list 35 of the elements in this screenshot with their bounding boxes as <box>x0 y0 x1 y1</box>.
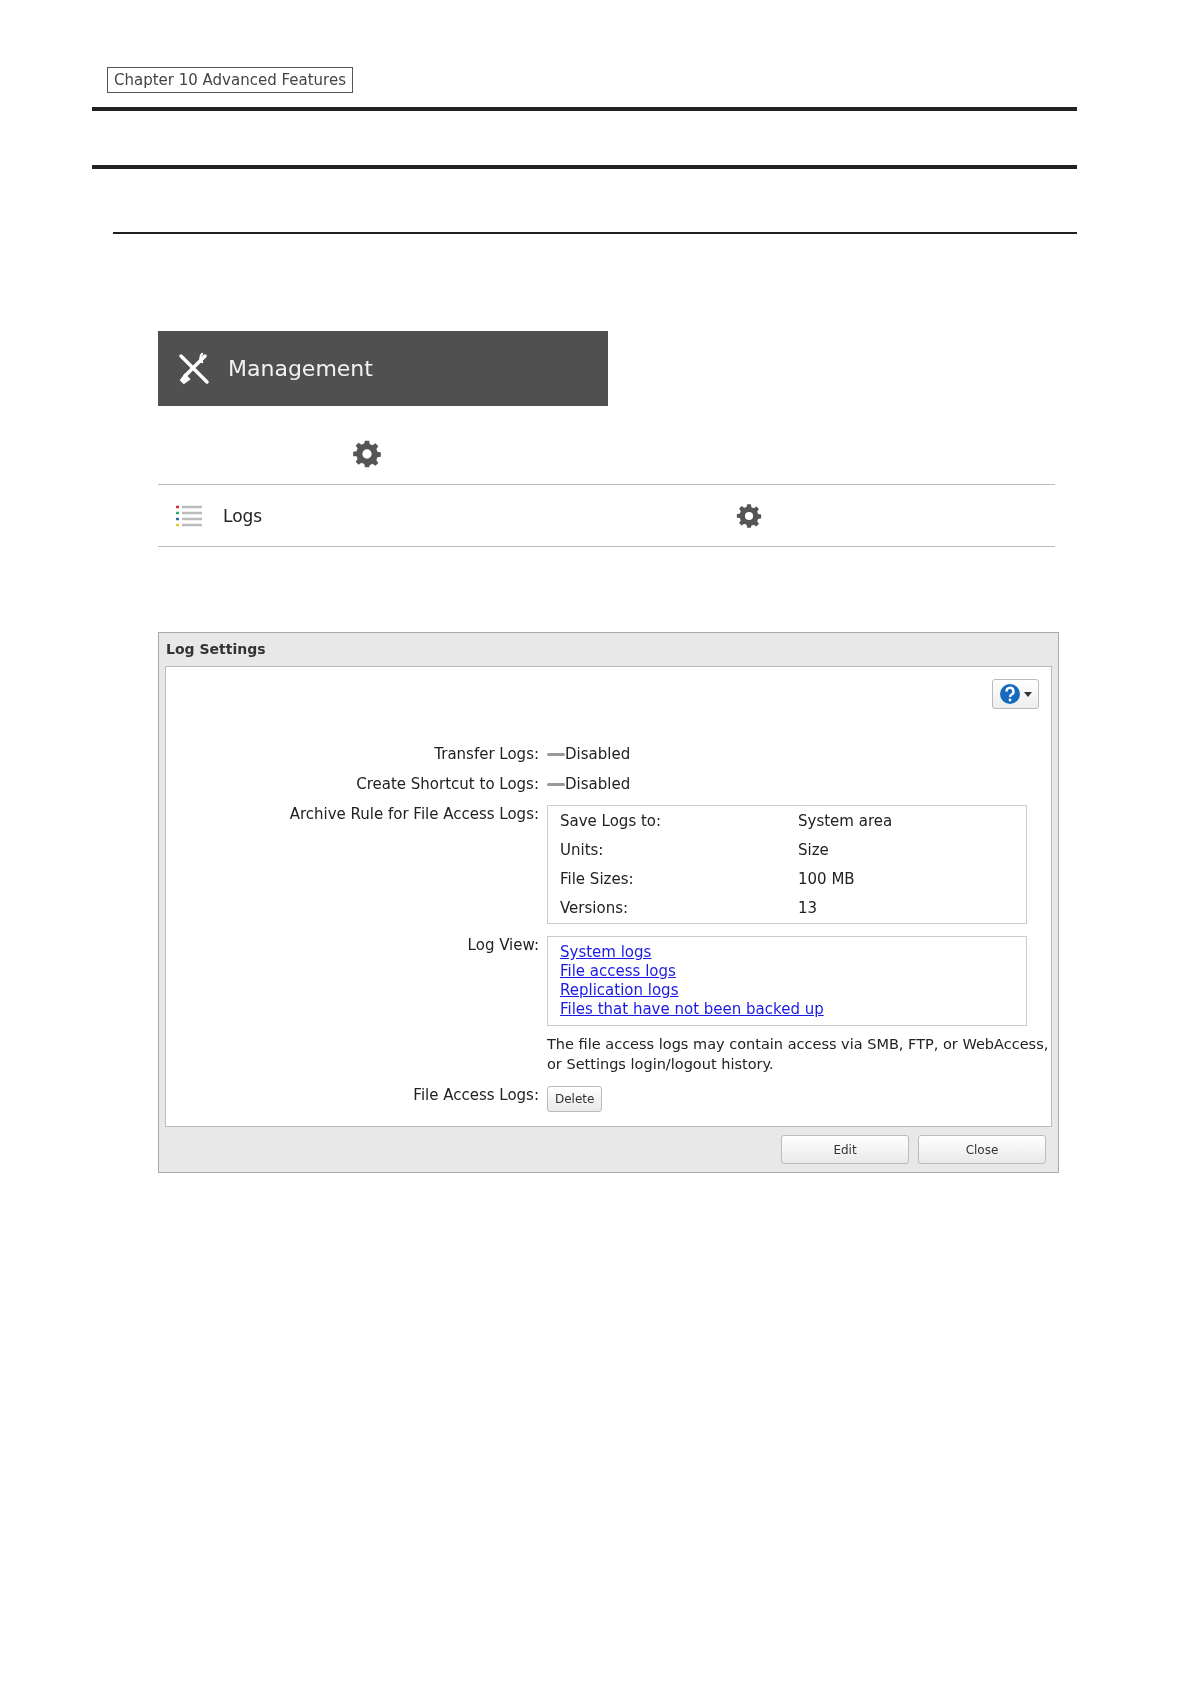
table-value: Size <box>798 841 830 859</box>
log-link[interactable]: File access logs <box>560 962 676 981</box>
table-key: Versions: <box>560 899 798 917</box>
table-key: Save Logs to: <box>560 812 798 830</box>
banner-title: Management <box>228 356 373 381</box>
field-label: Log View: <box>466 936 539 954</box>
status-value: Disabled <box>565 745 631 763</box>
table-value: 100 MB <box>798 870 856 888</box>
list-item-label: Logs <box>223 505 263 526</box>
field-label: Archive Rule for File Access Logs: <box>288 805 539 823</box>
dialog-title: Log Settings <box>165 640 267 659</box>
chapter-label: Chapter 10 Advanced Features <box>107 67 353 93</box>
note-text: The file access logs may contain access via SMB, FTP, or WebAccess, or Settings login/logout history. <box>547 1035 1050 1074</box>
field-label: File Access Logs: <box>412 1086 539 1104</box>
settings-icon <box>351 438 383 470</box>
table-key: Units: <box>560 841 798 859</box>
status-value: Disabled <box>565 775 631 793</box>
delete-button[interactable]: Delete <box>547 1086 603 1112</box>
tools-icon <box>176 350 212 387</box>
log-link[interactable]: Replication logs <box>560 981 679 1000</box>
table-value: System area <box>798 812 894 830</box>
caret-icon <box>1024 691 1032 697</box>
help-icon <box>999 683 1021 705</box>
field-label: Create Shortcut to Logs: <box>355 775 539 793</box>
field-label: Transfer Logs: <box>433 745 539 763</box>
log-link[interactable]: Files that have not been backed up <box>560 1000 824 1019</box>
dialog-button[interactable]: Edit <box>781 1135 909 1164</box>
help-button[interactable] <box>992 679 1039 709</box>
settings-icon[interactable] <box>735 502 763 530</box>
table-value: 13 <box>798 899 819 917</box>
list-icon <box>175 503 203 528</box>
dialog-button[interactable]: Close <box>918 1135 1046 1164</box>
log-link[interactable]: System logs <box>560 943 652 962</box>
menu-banner[interactable]: Management <box>158 331 608 406</box>
table-key: File Sizes: <box>560 870 798 888</box>
